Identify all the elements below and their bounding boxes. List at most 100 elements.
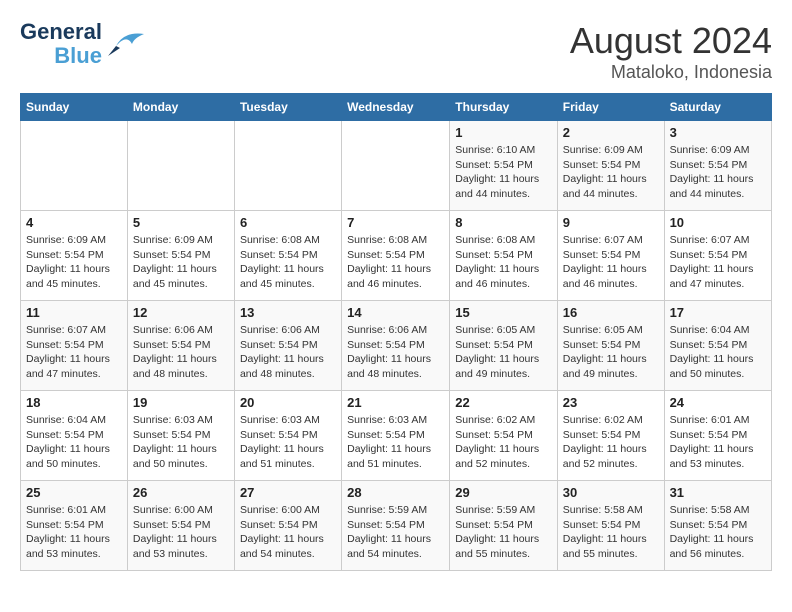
day-number: 3 <box>670 125 766 140</box>
calendar-cell: 2 Sunrise: 6:09 AM Sunset: 5:54 PM Daylig… <box>557 121 664 211</box>
day-info: Sunrise: 6:03 AM Sunset: 5:54 PM Dayligh… <box>347 413 444 472</box>
day-number: 28 <box>347 485 444 500</box>
day-number: 17 <box>670 305 766 320</box>
day-number: 18 <box>26 395 122 410</box>
day-info: Sunrise: 6:01 AM Sunset: 5:54 PM Dayligh… <box>26 503 122 562</box>
title-block: August 2024 Mataloko, Indonesia <box>570 20 772 83</box>
day-info: Sunrise: 6:05 AM Sunset: 5:54 PM Dayligh… <box>563 323 659 382</box>
day-number: 29 <box>455 485 552 500</box>
day-info: Sunrise: 6:03 AM Sunset: 5:54 PM Dayligh… <box>240 413 336 472</box>
day-info: Sunrise: 6:03 AM Sunset: 5:54 PM Dayligh… <box>133 413 229 472</box>
day-info: Sunrise: 6:02 AM Sunset: 5:54 PM Dayligh… <box>455 413 552 472</box>
logo-general: General <box>20 20 102 44</box>
day-info: Sunrise: 6:08 AM Sunset: 5:54 PM Dayligh… <box>240 233 336 292</box>
calendar-cell: 20 Sunrise: 6:03 AM Sunset: 5:54 PM Dayli… <box>234 391 341 481</box>
weekday-header: Wednesday <box>342 94 450 121</box>
location-title: Mataloko, Indonesia <box>570 62 772 83</box>
day-number: 22 <box>455 395 552 410</box>
calendar-cell: 29Sunrise: 5:59 AM Sunset: 5:54 PM Dayli… <box>450 481 558 571</box>
day-number: 19 <box>133 395 229 410</box>
calendar-cell: 7Sunrise: 6:08 AM Sunset: 5:54 PM Daylig… <box>342 211 450 301</box>
weekday-header: Friday <box>557 94 664 121</box>
day-info: Sunrise: 6:04 AM Sunset: 5:54 PM Dayligh… <box>670 323 766 382</box>
calendar-cell: 1 Sunrise: 6:10 AM Sunset: 5:54 PM Daylig… <box>450 121 558 211</box>
day-info: Sunrise: 6:02 AM Sunset: 5:54 PM Dayligh… <box>563 413 659 472</box>
calendar-cell: 3 Sunrise: 6:09 AM Sunset: 5:54 PM Daylig… <box>664 121 771 211</box>
day-info: Sunrise: 6:09 AM Sunset: 5:54 PM Dayligh… <box>670 143 766 202</box>
calendar-cell: 21 Sunrise: 6:03 AM Sunset: 5:54 PM Dayli… <box>342 391 450 481</box>
day-number: 1 <box>455 125 552 140</box>
calendar-cell: 12Sunrise: 6:06 AM Sunset: 5:54 PM Dayli… <box>127 301 234 391</box>
calendar-cell: 8 Sunrise: 6:08 AM Sunset: 5:54 PM Daylig… <box>450 211 558 301</box>
calendar-cell: 25 Sunrise: 6:01 AM Sunset: 5:54 PM Dayli… <box>21 481 128 571</box>
calendar-cell: 13 Sunrise: 6:06 AM Sunset: 5:54 PM Dayli… <box>234 301 341 391</box>
weekday-header: Thursday <box>450 94 558 121</box>
weekday-header: Saturday <box>664 94 771 121</box>
calendar-cell: 17 Sunrise: 6:04 AM Sunset: 5:54 PM Dayli… <box>664 301 771 391</box>
calendar-cell: 31Sunrise: 5:58 AM Sunset: 5:54 PM Dayli… <box>664 481 771 571</box>
day-info: Sunrise: 6:07 AM Sunset: 5:54 PM Dayligh… <box>26 323 122 382</box>
day-info: Sunrise: 6:07 AM Sunset: 5:54 PM Dayligh… <box>670 233 766 292</box>
day-number: 11 <box>26 305 122 320</box>
calendar-cell: 6Sunrise: 6:08 AM Sunset: 5:54 PM Daylig… <box>234 211 341 301</box>
calendar-cell: 19 Sunrise: 6:03 AM Sunset: 5:54 PM Dayli… <box>127 391 234 481</box>
day-info: Sunrise: 6:09 AM Sunset: 5:54 PM Dayligh… <box>563 143 659 202</box>
day-info: Sunrise: 6:00 AM Sunset: 5:54 PM Dayligh… <box>133 503 229 562</box>
day-info: Sunrise: 6:04 AM Sunset: 5:54 PM Dayligh… <box>26 413 122 472</box>
weekday-header: Tuesday <box>234 94 341 121</box>
day-number: 27 <box>240 485 336 500</box>
calendar-cell: 5 Sunrise: 6:09 AM Sunset: 5:54 PM Daylig… <box>127 211 234 301</box>
day-info: Sunrise: 6:07 AM Sunset: 5:54 PM Dayligh… <box>563 233 659 292</box>
calendar-cell <box>21 121 128 211</box>
day-number: 23 <box>563 395 659 410</box>
calendar-cell: 22 Sunrise: 6:02 AM Sunset: 5:54 PM Dayli… <box>450 391 558 481</box>
day-number: 16 <box>563 305 659 320</box>
day-number: 10 <box>670 215 766 230</box>
day-number: 26 <box>133 485 229 500</box>
day-info: Sunrise: 6:06 AM Sunset: 5:54 PM Dayligh… <box>347 323 444 382</box>
day-info: Sunrise: 6:09 AM Sunset: 5:54 PM Dayligh… <box>26 233 122 292</box>
day-number: 30 <box>563 485 659 500</box>
day-info: Sunrise: 6:01 AM Sunset: 5:54 PM Dayligh… <box>670 413 766 472</box>
calendar-cell <box>127 121 234 211</box>
day-number: 25 <box>26 485 122 500</box>
calendar-table: SundayMondayTuesdayWednesdayThursdayFrid… <box>20 93 772 571</box>
day-number: 21 <box>347 395 444 410</box>
day-number: 15 <box>455 305 552 320</box>
calendar-cell: 16 Sunrise: 6:05 AM Sunset: 5:54 PM Dayli… <box>557 301 664 391</box>
weekday-header: Monday <box>127 94 234 121</box>
day-number: 13 <box>240 305 336 320</box>
calendar-cell: 10 Sunrise: 6:07 AM Sunset: 5:54 PM Dayli… <box>664 211 771 301</box>
day-info: Sunrise: 6:06 AM Sunset: 5:54 PM Dayligh… <box>133 323 229 382</box>
day-info: Sunrise: 6:08 AM Sunset: 5:54 PM Dayligh… <box>455 233 552 292</box>
calendar-cell: 30Sunrise: 5:58 AM Sunset: 5:54 PM Dayli… <box>557 481 664 571</box>
calendar-cell <box>234 121 341 211</box>
calendar-cell: 28Sunrise: 5:59 AM Sunset: 5:54 PM Dayli… <box>342 481 450 571</box>
day-number: 24 <box>670 395 766 410</box>
day-info: Sunrise: 6:05 AM Sunset: 5:54 PM Dayligh… <box>455 323 552 382</box>
page-header: General Blue August 2024 Mataloko, Indon… <box>20 20 772 83</box>
calendar-cell: 4 Sunrise: 6:09 AM Sunset: 5:54 PM Daylig… <box>21 211 128 301</box>
calendar-cell <box>342 121 450 211</box>
calendar-cell: 27 Sunrise: 6:00 AM Sunset: 5:54 PM Dayli… <box>234 481 341 571</box>
day-number: 2 <box>563 125 659 140</box>
calendar-cell: 23 Sunrise: 6:02 AM Sunset: 5:54 PM Dayli… <box>557 391 664 481</box>
day-number: 5 <box>133 215 229 230</box>
logo-bird-icon <box>106 26 144 63</box>
calendar-cell: 9Sunrise: 6:07 AM Sunset: 5:54 PM Daylig… <box>557 211 664 301</box>
day-number: 4 <box>26 215 122 230</box>
logo-blue: Blue <box>54 44 102 68</box>
day-info: Sunrise: 6:09 AM Sunset: 5:54 PM Dayligh… <box>133 233 229 292</box>
calendar-cell: 14Sunrise: 6:06 AM Sunset: 5:54 PM Dayli… <box>342 301 450 391</box>
day-number: 7 <box>347 215 444 230</box>
calendar-cell: 15 Sunrise: 6:05 AM Sunset: 5:54 PM Dayli… <box>450 301 558 391</box>
day-info: Sunrise: 6:00 AM Sunset: 5:54 PM Dayligh… <box>240 503 336 562</box>
day-number: 31 <box>670 485 766 500</box>
day-info: Sunrise: 6:06 AM Sunset: 5:54 PM Dayligh… <box>240 323 336 382</box>
month-title: August 2024 <box>570 20 772 62</box>
day-number: 8 <box>455 215 552 230</box>
day-info: Sunrise: 6:10 AM Sunset: 5:54 PM Dayligh… <box>455 143 552 202</box>
day-number: 20 <box>240 395 336 410</box>
calendar-cell: 18 Sunrise: 6:04 AM Sunset: 5:54 PM Dayli… <box>21 391 128 481</box>
calendar-cell: 11 Sunrise: 6:07 AM Sunset: 5:54 PM Dayli… <box>21 301 128 391</box>
